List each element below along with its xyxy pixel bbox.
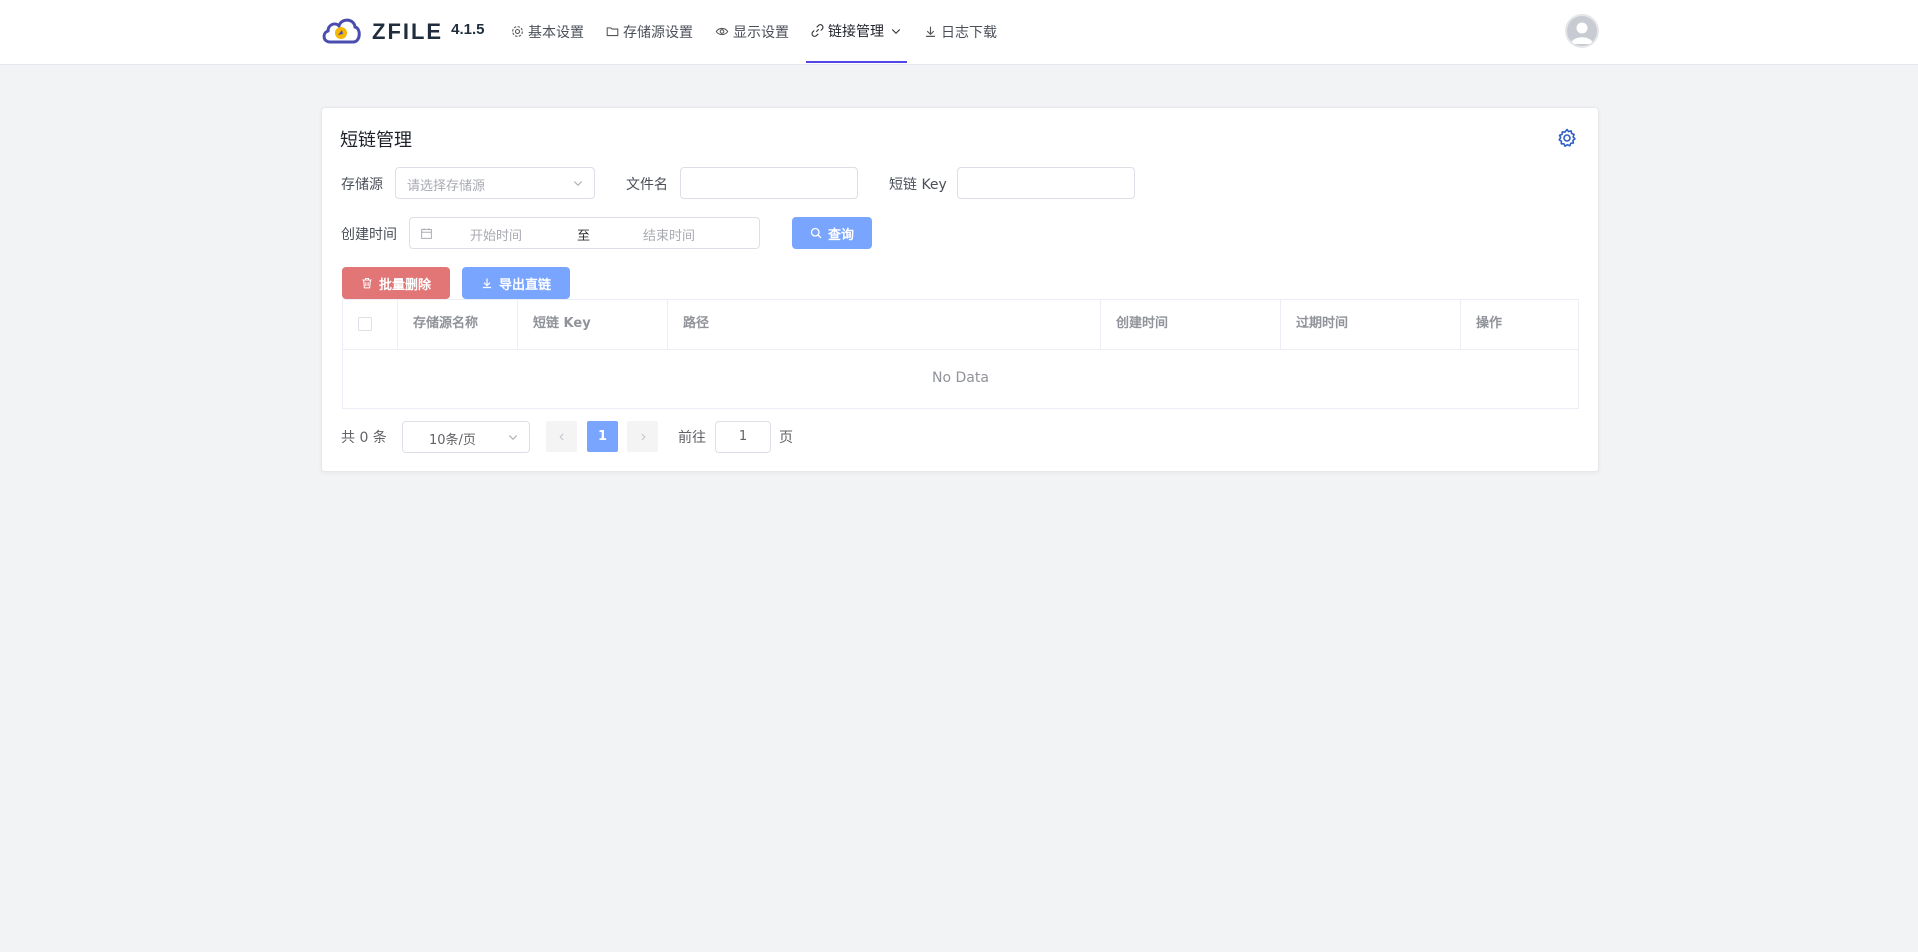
column-header-actions: 操作 [1476, 316, 1503, 331]
nav-item-label: 存储源设置 [623, 24, 693, 41]
goto-page-input[interactable]: 1 [715, 421, 771, 453]
export-links-label: 导出直链 [498, 277, 551, 293]
avatar[interactable] [1565, 14, 1599, 48]
storage-label: 存储源 [341, 177, 383, 193]
gear-icon [512, 26, 523, 37]
column-header-expire-time[interactable]: 过期时间 [1281, 300, 1461, 349]
created-time-label: 创建时间 [341, 227, 397, 243]
column-header-path[interactable]: 路径 [668, 300, 1101, 349]
storage-select-placeholder: 请选择存储源 [407, 179, 486, 194]
download-icon [482, 278, 492, 289]
user-icon [1571, 22, 1593, 44]
end-time-placeholder: 结束时间 [643, 229, 696, 244]
next-page-button[interactable] [627, 421, 658, 452]
range-separator: 至 [577, 229, 591, 244]
eye-icon [715, 27, 729, 36]
goto-label: 前往 [678, 430, 706, 446]
nav-item-label: 显示设置 [733, 24, 789, 41]
gear-icon [1558, 128, 1576, 147]
nav-item-log-download[interactable]: 日志下载 [919, 0, 1002, 63]
short-link-table: 存储源名称 短链 Key 路径 创建时间 过期时间 操作 No Data [342, 299, 1579, 409]
filename-input[interactable] [680, 167, 858, 199]
cloud-logo-icon [320, 14, 362, 50]
main-nav: 基本设置 存储源设置 显示设置 链接管理 日志下载 [506, 0, 1014, 64]
page-number-button[interactable]: 1 [587, 421, 618, 452]
top-navbar: ZFILE 4.1.5 基本设置 存储源设置 显示设置 链接管理 日志下载 [0, 0, 1918, 65]
page-title: 短链管理 [340, 130, 412, 151]
short-link-card: 短链管理 存储源 请选择存储源 文件名 短链 Key 创建时间 开始时间 至 结… [321, 107, 1599, 472]
app-version: 4.1.5 [451, 20, 485, 38]
date-range-picker[interactable]: 开始时间 至 结束时间 [409, 217, 760, 249]
calendar-icon [421, 228, 432, 239]
export-links-button[interactable]: 导出直链 [462, 267, 570, 299]
prev-page-button[interactable] [546, 421, 577, 452]
short-key-input[interactable] [957, 167, 1135, 199]
nav-item-label: 基本设置 [528, 24, 584, 41]
nav-item-link-management[interactable]: 链接管理 [806, 0, 907, 63]
chevron-right-icon [640, 433, 646, 440]
download-icon [926, 26, 935, 37]
select-all-checkbox[interactable] [358, 317, 372, 331]
settings-button[interactable] [1557, 128, 1577, 152]
filename-label: 文件名 [626, 177, 668, 193]
link-icon [811, 24, 824, 37]
folder-icon [606, 27, 619, 37]
nav-item-storage-settings[interactable]: 存储源设置 [601, 0, 698, 63]
search-icon [810, 227, 822, 239]
chevron-down-icon [891, 28, 901, 34]
nav-item-basic-settings[interactable]: 基本设置 [506, 0, 589, 63]
app-name: ZFILE [372, 19, 444, 44]
total-count: 共 0 条 [341, 430, 387, 446]
column-header-storage-name[interactable]: 存储源名称 [398, 300, 518, 349]
table-header: 存储源名称 短链 Key 路径 创建时间 过期时间 操作 [343, 300, 1578, 350]
page-size-value: 10条/页 [429, 433, 476, 448]
column-header-created-time[interactable]: 创建时间 [1101, 300, 1281, 349]
select-all-header [343, 300, 398, 349]
batch-delete-label: 批量删除 [378, 277, 431, 293]
page-size-select[interactable]: 10条/页 [402, 421, 530, 453]
page-suffix: 页 [779, 430, 793, 446]
goto-page-value: 1 [738, 429, 748, 444]
storage-select[interactable]: 请选择存储源 [395, 167, 595, 199]
table-empty-text: No Data [932, 370, 989, 386]
column-header-short-key[interactable]: 短链 Key [518, 300, 668, 349]
chevron-down-icon [573, 181, 583, 187]
batch-delete-button[interactable]: 批量删除 [342, 267, 450, 299]
chevron-down-icon [508, 435, 518, 441]
current-page: 1 [597, 429, 608, 444]
query-button[interactable]: 查询 [792, 217, 872, 249]
query-button-label: 查询 [827, 227, 854, 243]
logo[interactable]: ZFILE 4.1.5 [320, 14, 484, 50]
trash-icon [362, 277, 372, 289]
nav-item-label: 链接管理 [828, 23, 884, 40]
start-time-placeholder: 开始时间 [470, 229, 523, 244]
nav-item-display-settings[interactable]: 显示设置 [710, 0, 794, 63]
short-key-label: 短链 Key [889, 177, 947, 193]
chevron-left-icon [558, 433, 564, 440]
nav-item-label: 日志下载 [941, 24, 997, 41]
